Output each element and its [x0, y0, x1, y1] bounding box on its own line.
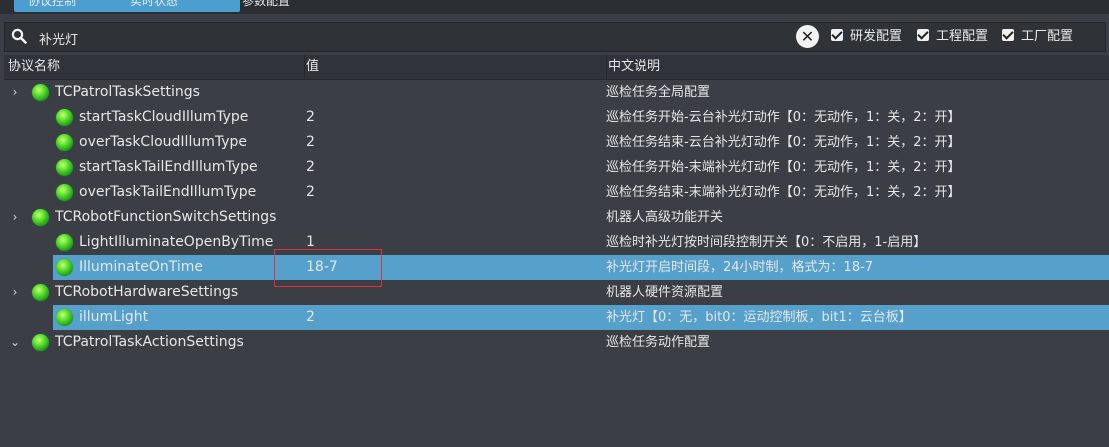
tree-item-row[interactable]: overTaskCloudIllumType 2 巡检任务结束-云台补光灯动作【0：…	[4, 130, 1109, 155]
checkbox-checked-icon	[917, 29, 929, 41]
tree-table-body: › TCPatrolTaskSettings 巡检任务全局配置 startTaskCl…	[4, 80, 1109, 355]
status-led-icon	[32, 284, 49, 301]
search-bar: ✕ 研发配置 工程配置 工厂配置	[4, 22, 1106, 52]
filter-label: 工厂配置	[1021, 29, 1074, 44]
tree-item-row[interactable]: IlluminateOnTime 18-7 补光灯开启时间段，24小时制，格式为：1…	[4, 255, 1109, 280]
status-led-icon	[56, 159, 73, 176]
row-description-cell: 机器人高级功能开关	[606, 210, 724, 225]
filter-label: 工程配置	[936, 29, 989, 44]
tree-group-row[interactable]: ⌄ TCPatrolTaskActionSettings 巡检任务动作配置	[4, 330, 1109, 355]
tree-group-row[interactable]: › TCRobotFunctionSwitchSettings 机器人高级功能开关	[4, 205, 1109, 230]
row-value-cell[interactable]: 2	[306, 155, 315, 180]
tab-protocol-control[interactable]: 协议控制	[14, 0, 128, 12]
tab-bar: 协议控制 实时状态 参数配置	[0, 0, 1109, 14]
row-name-label: TCRobotFunctionSwitchSettings	[55, 209, 277, 225]
row-value-cell[interactable]: 2	[306, 180, 315, 205]
filter-label: 研发配置	[850, 29, 903, 44]
row-description-cell: 巡检时补光灯按时间段控制开关【0：不启用，1-启用】	[606, 235, 927, 250]
filter-eng-config-checkbox[interactable]: 工程配置	[917, 28, 988, 46]
row-description-cell: 机器人硬件资源配置	[606, 285, 724, 300]
filter-factory-config-checkbox[interactable]: 工厂配置	[1002, 28, 1073, 46]
checkbox-checked-icon	[831, 29, 843, 41]
row-description-cell: 巡检任务全局配置	[606, 85, 711, 100]
row-description-cell: 巡检任务开始-云台补光灯动作【0：无动作，1：关，2：开】	[606, 110, 961, 125]
row-description-cell: 巡检任务开始-末端补光灯动作【0：无动作，1：关，2：开】	[606, 160, 961, 175]
row-value-cell[interactable]: 2	[306, 130, 315, 155]
column-header-description[interactable]: 中文说明	[604, 55, 1108, 79]
row-selection-highlight	[53, 255, 1109, 280]
status-led-icon	[56, 134, 73, 151]
status-led-icon	[32, 84, 49, 101]
row-description-cell: 补光灯【0：无，bit0：运动控制板，bit1：云台板】	[606, 310, 912, 325]
row-name-label: startTaskTailEndIllumType	[79, 159, 258, 175]
clear-search-button[interactable]: ✕	[796, 25, 819, 48]
row-value-cell[interactable]: 2	[306, 305, 315, 330]
search-icon	[11, 28, 27, 44]
row-value-cell[interactable]: 2	[306, 105, 315, 130]
status-led-icon	[56, 259, 73, 276]
row-name-label: startTaskCloudIllumType	[79, 109, 249, 125]
highlight-annotation-box	[274, 249, 382, 287]
search-input[interactable]	[37, 26, 781, 50]
row-name-label: TCPatrolTaskActionSettings	[55, 334, 244, 350]
status-led-icon	[56, 109, 73, 126]
expand-right-icon[interactable]: ›	[8, 205, 22, 230]
row-name-label: overTaskTailEndIllumType	[79, 184, 257, 200]
tab-realtime-status[interactable]: 实时状态	[116, 0, 240, 12]
status-led-icon	[56, 309, 73, 326]
tree-item-row[interactable]: overTaskTailEndIllumType 2 巡检任务结束-末端补光灯动作【…	[4, 180, 1109, 205]
row-name-label: TCPatrolTaskSettings	[55, 84, 200, 100]
checkbox-checked-icon	[1002, 29, 1014, 41]
row-description-cell: 巡检任务动作配置	[606, 335, 711, 350]
column-header-value[interactable]: 值	[302, 55, 607, 79]
status-led-icon	[56, 184, 73, 201]
row-description-cell: 巡检任务结束-末端补光灯动作【0：无动作，1：关，2：开】	[606, 185, 961, 200]
tab-parameter-config[interactable]: 参数配置	[228, 0, 356, 12]
tree-item-row[interactable]: startTaskCloudIllumType 2 巡检任务开始-云台补光灯动作【0…	[4, 105, 1109, 130]
status-led-icon	[32, 209, 49, 226]
expand-right-icon[interactable]: ›	[8, 80, 22, 105]
row-name-label: TCRobotHardwareSettings	[55, 284, 239, 300]
tree-item-row[interactable]: illumLight 2 补光灯【0：无，bit0：运动控制板，bit1：云台板】	[4, 305, 1109, 330]
tree-group-row[interactable]: › TCPatrolTaskSettings 巡检任务全局配置	[4, 80, 1109, 105]
column-header-name[interactable]: 协议名称	[4, 55, 305, 79]
expand-down-icon[interactable]: ⌄	[8, 330, 22, 355]
filter-dev-config-checkbox[interactable]: 研发配置	[831, 28, 902, 46]
row-description-cell: 巡检任务结束-云台补光灯动作【0：无动作，1：关，2：开】	[606, 135, 961, 150]
tree-item-row[interactable]: startTaskTailEndIllumType 2 巡检任务开始-末端补光灯动作…	[4, 155, 1109, 180]
row-name-label: IlluminateOnTime	[79, 259, 204, 275]
tree-group-row[interactable]: › TCRobotHardwareSettings 机器人硬件资源配置	[4, 280, 1109, 305]
row-name-label: overTaskCloudIllumType	[79, 134, 247, 150]
tree-item-row[interactable]: LightIlluminateOpenByTime 1 巡检时补光灯按时间段控制开关…	[4, 230, 1109, 255]
table-header: 协议名称 值 中文说明	[4, 55, 1109, 80]
expand-right-icon[interactable]: ›	[8, 280, 22, 305]
row-name-label: illumLight	[79, 309, 149, 325]
status-led-icon	[32, 334, 49, 351]
row-selection-highlight	[53, 305, 1109, 330]
row-name-label: LightIlluminateOpenByTime	[79, 234, 274, 250]
row-description-cell: 补光灯开启时间段，24小时制，格式为：18-7	[606, 260, 874, 275]
status-led-icon	[56, 234, 73, 251]
